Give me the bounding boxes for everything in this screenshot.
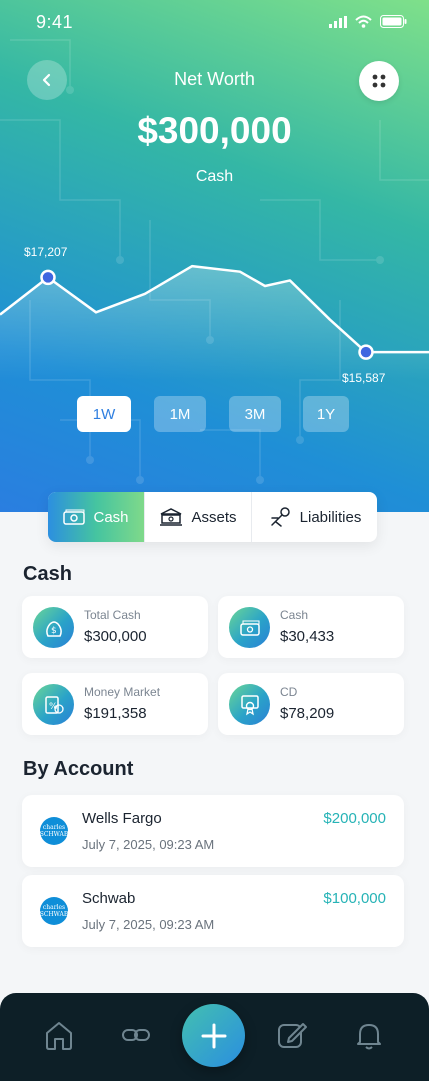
link-icon [122,1029,150,1041]
account-name: Wells Fargo [82,810,162,827]
money-bag-icon: $ [33,607,74,648]
logo-line1: charles [42,824,66,831]
certificate-icon [229,684,270,725]
account-row-schwab[interactable]: charles SCHWAB Schwab July 7, 2025, 09:2… [22,875,404,947]
category-tabs: Cash Assets Liabilities [48,492,377,542]
plus-icon [201,1023,226,1048]
percent-doc-icon: % [33,684,74,725]
cd-card[interactable]: CD $78,209 [218,673,404,735]
net-worth-subtitle: Cash [195,168,234,185]
card-label: Money Market [84,685,161,699]
schwab-logo-icon: charles SCHWAB [40,897,68,925]
card-label: Cash [280,608,309,622]
card-value: $30,433 [280,628,335,645]
net-worth-line-chart [0,264,429,380]
chart-label-high: $17,207 [24,245,68,260]
cash-card[interactable]: Cash $30,433 [218,596,404,658]
card-label: CD [280,685,298,699]
account-amount: $200,000 [323,810,386,827]
nav-notifications[interactable] [351,1017,387,1053]
range-1w-button[interactable]: 1W [77,396,131,432]
bell-icon [357,1024,381,1050]
menu-button[interactable] [359,61,399,101]
nav-home[interactable] [41,1017,77,1053]
net-worth-hero: 9:41 Net Worth $300,000 Cash $17,207 $15… [0,0,429,512]
logo-line2: SCHWAB [39,831,69,838]
net-worth-amount: $300,000 [137,110,292,151]
bank-icon [160,508,183,526]
total-cash-card[interactable]: $ Total Cash $300,000 [22,596,208,658]
card-label: Total Cash [84,608,141,622]
by-account-title: By Account [23,758,134,780]
svg-text:%: % [49,702,58,712]
status-bar: 9:41 [0,0,429,46]
cash-stack-icon [229,607,270,648]
account-amount: $100,000 [323,890,386,907]
add-button[interactable] [182,1004,245,1067]
range-1y-button[interactable]: 1Y [303,396,349,432]
account-date: July 7, 2025, 09:23 AM [82,837,215,852]
card-value: $300,000 [84,628,147,645]
status-time: 9:41 [36,12,74,32]
battery-icon [380,15,407,28]
liabilities-icon [270,507,290,527]
card-value: $191,358 [84,705,147,722]
account-date: July 7, 2025, 09:23 AM [82,917,215,932]
wifi-icon [355,15,372,28]
chart-point-marker[interactable] [358,344,374,360]
signal-icon [329,15,347,28]
svg-text:$: $ [51,626,57,636]
edit-icon [278,1023,307,1048]
tab-cash-label: Cash [93,508,129,526]
range-1m-button[interactable]: 1M [154,396,206,432]
chart-label-low: $15,587 [342,371,386,386]
grid-dots-icon [372,74,386,88]
status-icons [329,15,407,28]
money-market-card[interactable]: % Money Market $191,358 [22,673,208,735]
account-row-wells-fargo[interactable]: charles SCHWAB Wells Fargo July 7, 2025,… [22,795,404,867]
tab-assets[interactable]: Assets [144,492,251,542]
tab-liabilities[interactable]: Liabilities [251,492,377,542]
logo-line1: charles [42,904,66,911]
logo-line2: SCHWAB [39,911,69,918]
card-value: $78,209 [280,705,335,722]
cash-icon [63,509,86,525]
chart-point-marker[interactable] [40,269,56,286]
home-icon [46,1022,72,1050]
tab-liabilities-label: Liabilities [299,508,362,526]
schwab-logo-icon: charles SCHWAB [40,817,68,845]
nav-edit[interactable] [274,1017,310,1053]
tab-cash[interactable]: Cash [48,492,144,542]
cash-section-title: Cash [23,563,72,585]
nav-link[interactable] [118,1017,154,1053]
chart-area [0,266,429,380]
range-3m-button[interactable]: 3M [229,396,281,432]
account-name: Schwab [82,890,136,907]
tab-assets-label: Assets [191,508,237,526]
